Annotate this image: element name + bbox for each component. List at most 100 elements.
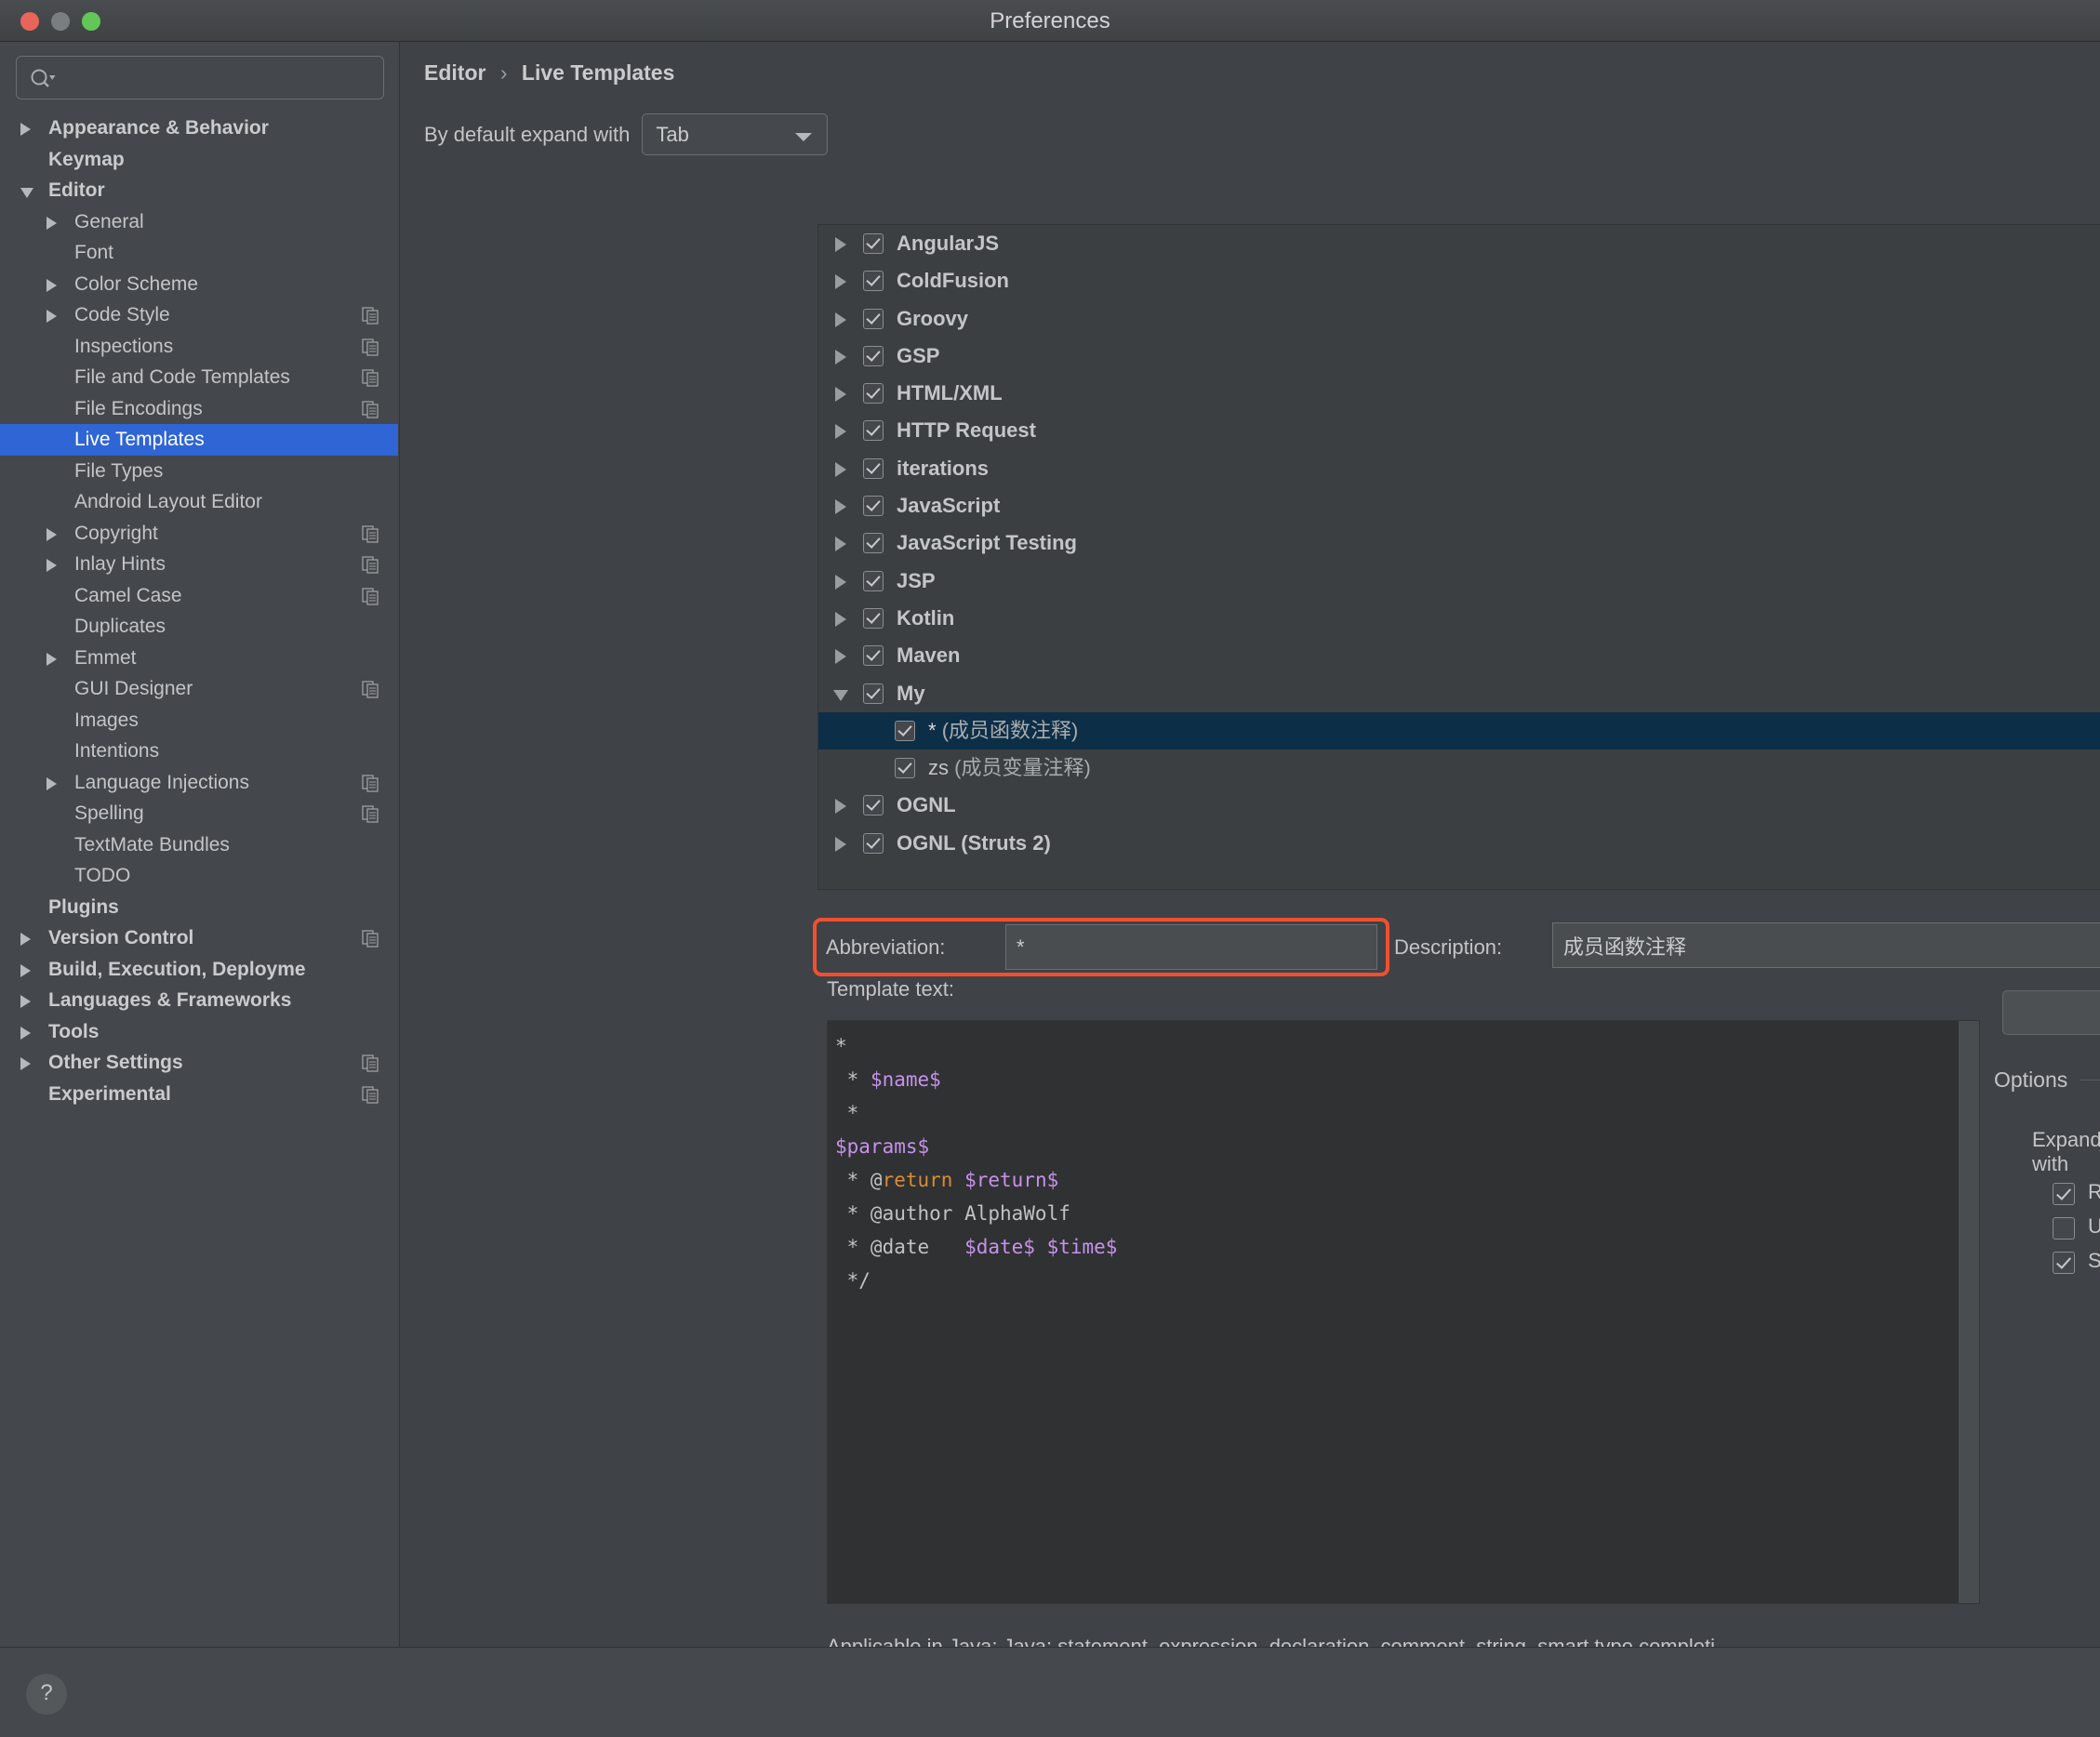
chevron-right-icon[interactable]: [835, 537, 846, 552]
sidebar-item-other-settings[interactable]: Other Settings: [0, 1047, 398, 1079]
sidebar-item-version-control[interactable]: Version Control: [0, 922, 398, 954]
template-list-row[interactable]: * (成员函数注释): [818, 711, 2100, 750]
template-list-row[interactable]: GSP: [818, 338, 2100, 375]
chevron-right-icon[interactable]: [835, 499, 846, 515]
chevron-right-icon[interactable]: [47, 559, 57, 572]
chevron-right-icon[interactable]: [835, 574, 846, 590]
sidebar-item-gui-designer[interactable]: GUI Designer: [0, 673, 398, 705]
template-list-row[interactable]: JavaScript: [818, 487, 2100, 524]
template-list-row[interactable]: HTTP Request: [818, 412, 2100, 449]
sidebar-item-copyright[interactable]: Copyright: [0, 518, 398, 550]
editor-scrollbar[interactable]: [1959, 1021, 1979, 1603]
checkbox-icon[interactable]: [863, 607, 884, 629]
breadcrumb-parent[interactable]: Editor: [424, 60, 485, 85]
copy-settings-icon[interactable]: [362, 805, 379, 823]
template-list-row[interactable]: Maven: [818, 637, 2100, 674]
chevron-right-icon[interactable]: [47, 652, 57, 666]
template-list-row[interactable]: JSP: [818, 563, 2100, 600]
checkbox-icon[interactable]: [863, 420, 884, 442]
chevron-right-icon[interactable]: [835, 461, 846, 477]
sidebar-item-images[interactable]: Images: [0, 705, 398, 736]
sidebar-item-camel-case[interactable]: Camel Case: [0, 580, 398, 612]
copy-settings-icon[interactable]: [362, 400, 379, 418]
template-list-row[interactable]: Groovy: [818, 300, 2100, 338]
checkbox-icon[interactable]: [863, 795, 884, 816]
checkbox-icon[interactable]: [2053, 1217, 2075, 1240]
copy-settings-icon[interactable]: [362, 681, 379, 698]
chevron-right-icon[interactable]: [20, 123, 31, 136]
sidebar-item-live-templates[interactable]: Live Templates: [0, 424, 398, 456]
checkbox-icon[interactable]: [863, 570, 884, 591]
template-list-row[interactable]: OGNL (Struts 2): [818, 825, 2100, 862]
sidebar-item-color-scheme[interactable]: Color Scheme: [0, 269, 398, 300]
template-text-editor[interactable]: * * $name$ * $params$ * @return $return$…: [827, 1020, 1980, 1604]
template-list-row[interactable]: AngularJS: [818, 225, 2100, 262]
chevron-down-icon[interactable]: [833, 689, 848, 701]
template-list-row[interactable]: HTML/XML: [818, 375, 2100, 412]
chevron-right-icon[interactable]: [835, 274, 846, 290]
sidebar-item-font[interactable]: Font: [0, 237, 398, 269]
chevron-right-icon[interactable]: [20, 1026, 31, 1040]
sidebar-item-duplicates[interactable]: Duplicates: [0, 611, 398, 643]
copy-settings-icon[interactable]: [362, 307, 379, 325]
search-input[interactable]: [63, 57, 374, 100]
template-list-row[interactable]: JavaScript Testing: [818, 524, 2100, 562]
sidebar-item-languages-frameworks[interactable]: Languages & Frameworks: [0, 985, 398, 1016]
sidebar-item-editor[interactable]: Editor: [0, 175, 398, 206]
template-list-row[interactable]: My: [818, 675, 2100, 712]
chevron-right-icon[interactable]: [47, 278, 57, 292]
chevron-right-icon[interactable]: [47, 216, 57, 230]
sidebar-item-emmet[interactable]: Emmet: [0, 643, 398, 674]
template-list-row[interactable]: Kotlin: [818, 600, 2100, 637]
checkbox-icon[interactable]: [863, 645, 884, 667]
sidebar-item-file-encodings[interactable]: File Encodings: [0, 393, 398, 425]
copy-settings-icon[interactable]: [362, 1054, 379, 1072]
abbreviation-input[interactable]: [1005, 924, 1377, 970]
sidebar-item-keymap[interactable]: Keymap: [0, 144, 398, 176]
chevron-right-icon[interactable]: [835, 649, 846, 665]
sidebar-item-language-injections[interactable]: Language Injections: [0, 767, 398, 799]
chevron-right-icon[interactable]: [835, 237, 846, 252]
checkbox-icon[interactable]: [863, 457, 884, 479]
checkbox-icon[interactable]: [2053, 1252, 2075, 1274]
checkbox-icon[interactable]: [863, 345, 884, 366]
sidebar-item-build-execution-deployme[interactable]: Build, Execution, Deployme: [0, 954, 398, 986]
chevron-right-icon[interactable]: [835, 836, 846, 852]
copy-settings-icon[interactable]: [362, 338, 379, 356]
copy-settings-icon[interactable]: [362, 524, 379, 543]
checkbox-icon[interactable]: [2053, 1183, 2075, 1205]
chevron-right-icon[interactable]: [835, 424, 846, 440]
copy-settings-icon[interactable]: [362, 369, 379, 387]
help-button[interactable]: ?: [26, 1674, 67, 1715]
copy-settings-icon[interactable]: [362, 587, 379, 605]
sidebar-item-textmate-bundles[interactable]: TextMate Bundles: [0, 829, 398, 861]
chevron-right-icon[interactable]: [835, 312, 846, 327]
checkbox-icon[interactable]: [863, 271, 884, 292]
chevron-right-icon[interactable]: [835, 611, 846, 627]
sidebar-item-spelling[interactable]: Spelling: [0, 798, 398, 829]
sidebar-item-appearance-behavior[interactable]: Appearance & Behavior: [0, 113, 398, 144]
template-list-row[interactable]: ColdFusion: [818, 262, 2100, 299]
copy-settings-icon[interactable]: [362, 774, 379, 792]
chevron-right-icon[interactable]: [835, 387, 846, 403]
chevron-right-icon[interactable]: [20, 963, 31, 977]
sidebar-item-inlay-hints[interactable]: Inlay Hints: [0, 549, 398, 580]
sidebar-item-plugins[interactable]: Plugins: [0, 892, 398, 923]
checkbox-icon[interactable]: [863, 383, 884, 404]
sidebar-item-file-types[interactable]: File Types: [0, 456, 398, 487]
chevron-right-icon[interactable]: [47, 776, 57, 790]
copy-settings-icon[interactable]: [362, 556, 379, 574]
checkbox-icon[interactable]: [863, 233, 884, 254]
template-list-row[interactable]: OGNL: [818, 787, 2100, 824]
checkbox-icon[interactable]: [863, 496, 884, 517]
sidebar-item-file-and-code-templates[interactable]: File and Code Templates: [0, 362, 398, 393]
chevron-right-icon[interactable]: [20, 933, 31, 946]
sidebar-item-experimental[interactable]: Experimental: [0, 1079, 398, 1110]
template-list-row[interactable]: zs (成员变量注释): [818, 749, 2100, 787]
copy-settings-icon[interactable]: [362, 930, 379, 948]
checkbox-icon[interactable]: [863, 533, 884, 554]
chevron-right-icon[interactable]: [47, 527, 57, 541]
checkbox-icon[interactable]: [895, 720, 915, 741]
chevron-right-icon[interactable]: [835, 799, 846, 815]
template-list-row[interactable]: iterations: [818, 450, 2100, 487]
